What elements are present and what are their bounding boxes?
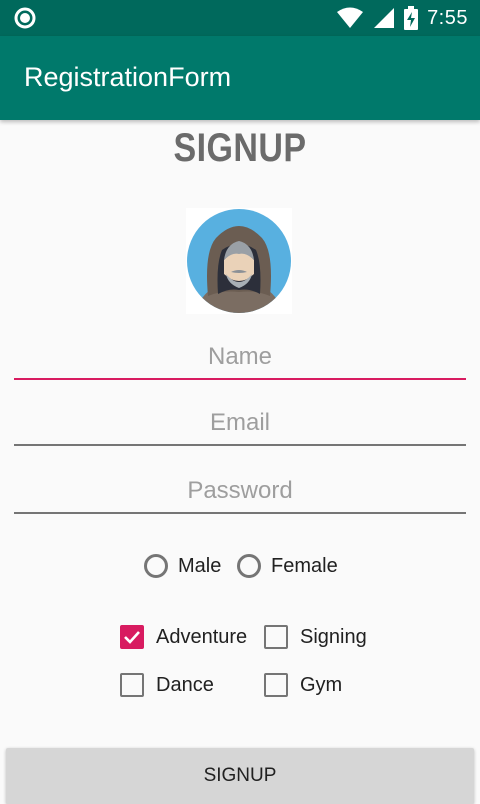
hooded-person-avatar-icon	[187, 209, 291, 313]
radio-female[interactable]: Female	[237, 548, 338, 584]
checkbox-signing-label: Signing	[300, 625, 367, 648]
checkbox-adventure-label: Adventure	[156, 625, 248, 648]
radio-male-label: Male	[178, 554, 222, 577]
signup-button[interactable]: SIGNUP	[6, 748, 474, 804]
checkbox-gym-label: Gym	[300, 673, 343, 696]
checkbox-icon[interactable]	[120, 673, 144, 697]
password-input[interactable]	[14, 470, 466, 514]
notification-circle-icon	[14, 7, 36, 29]
checkbox-gym[interactable]: Gym	[264, 669, 342, 701]
status-bar: 7:55	[0, 0, 480, 36]
checkbox-dance[interactable]: Dance	[120, 669, 214, 701]
gender-radio-group: Male Female	[0, 548, 480, 584]
name-input[interactable]	[14, 336, 466, 380]
checkbox-checked-icon[interactable]	[120, 625, 144, 649]
cell-signal-icon	[374, 8, 395, 28]
email-input[interactable]	[14, 402, 466, 446]
clock: 7:55	[427, 6, 468, 29]
app-bar: RegistrationForm	[0, 36, 480, 120]
battery-charging-icon	[404, 6, 419, 30]
checkmark-icon	[124, 631, 140, 644]
app-title: RegistrationForm	[24, 62, 232, 92]
radio-circle-icon[interactable]	[144, 554, 168, 578]
radio-female-label: Female	[271, 554, 338, 577]
checkbox-dance-label: Dance	[156, 673, 214, 696]
avatar[interactable]	[186, 208, 292, 314]
checkbox-icon[interactable]	[264, 625, 288, 649]
radio-male[interactable]: Male	[144, 548, 221, 584]
radio-circle-icon[interactable]	[237, 554, 261, 578]
checkbox-icon[interactable]	[264, 673, 288, 697]
wifi-icon	[337, 7, 364, 28]
checkbox-signing[interactable]: Signing	[264, 621, 367, 653]
checkbox-adventure[interactable]: Adventure	[120, 621, 247, 653]
page-title: SIGNUP	[173, 126, 307, 170]
